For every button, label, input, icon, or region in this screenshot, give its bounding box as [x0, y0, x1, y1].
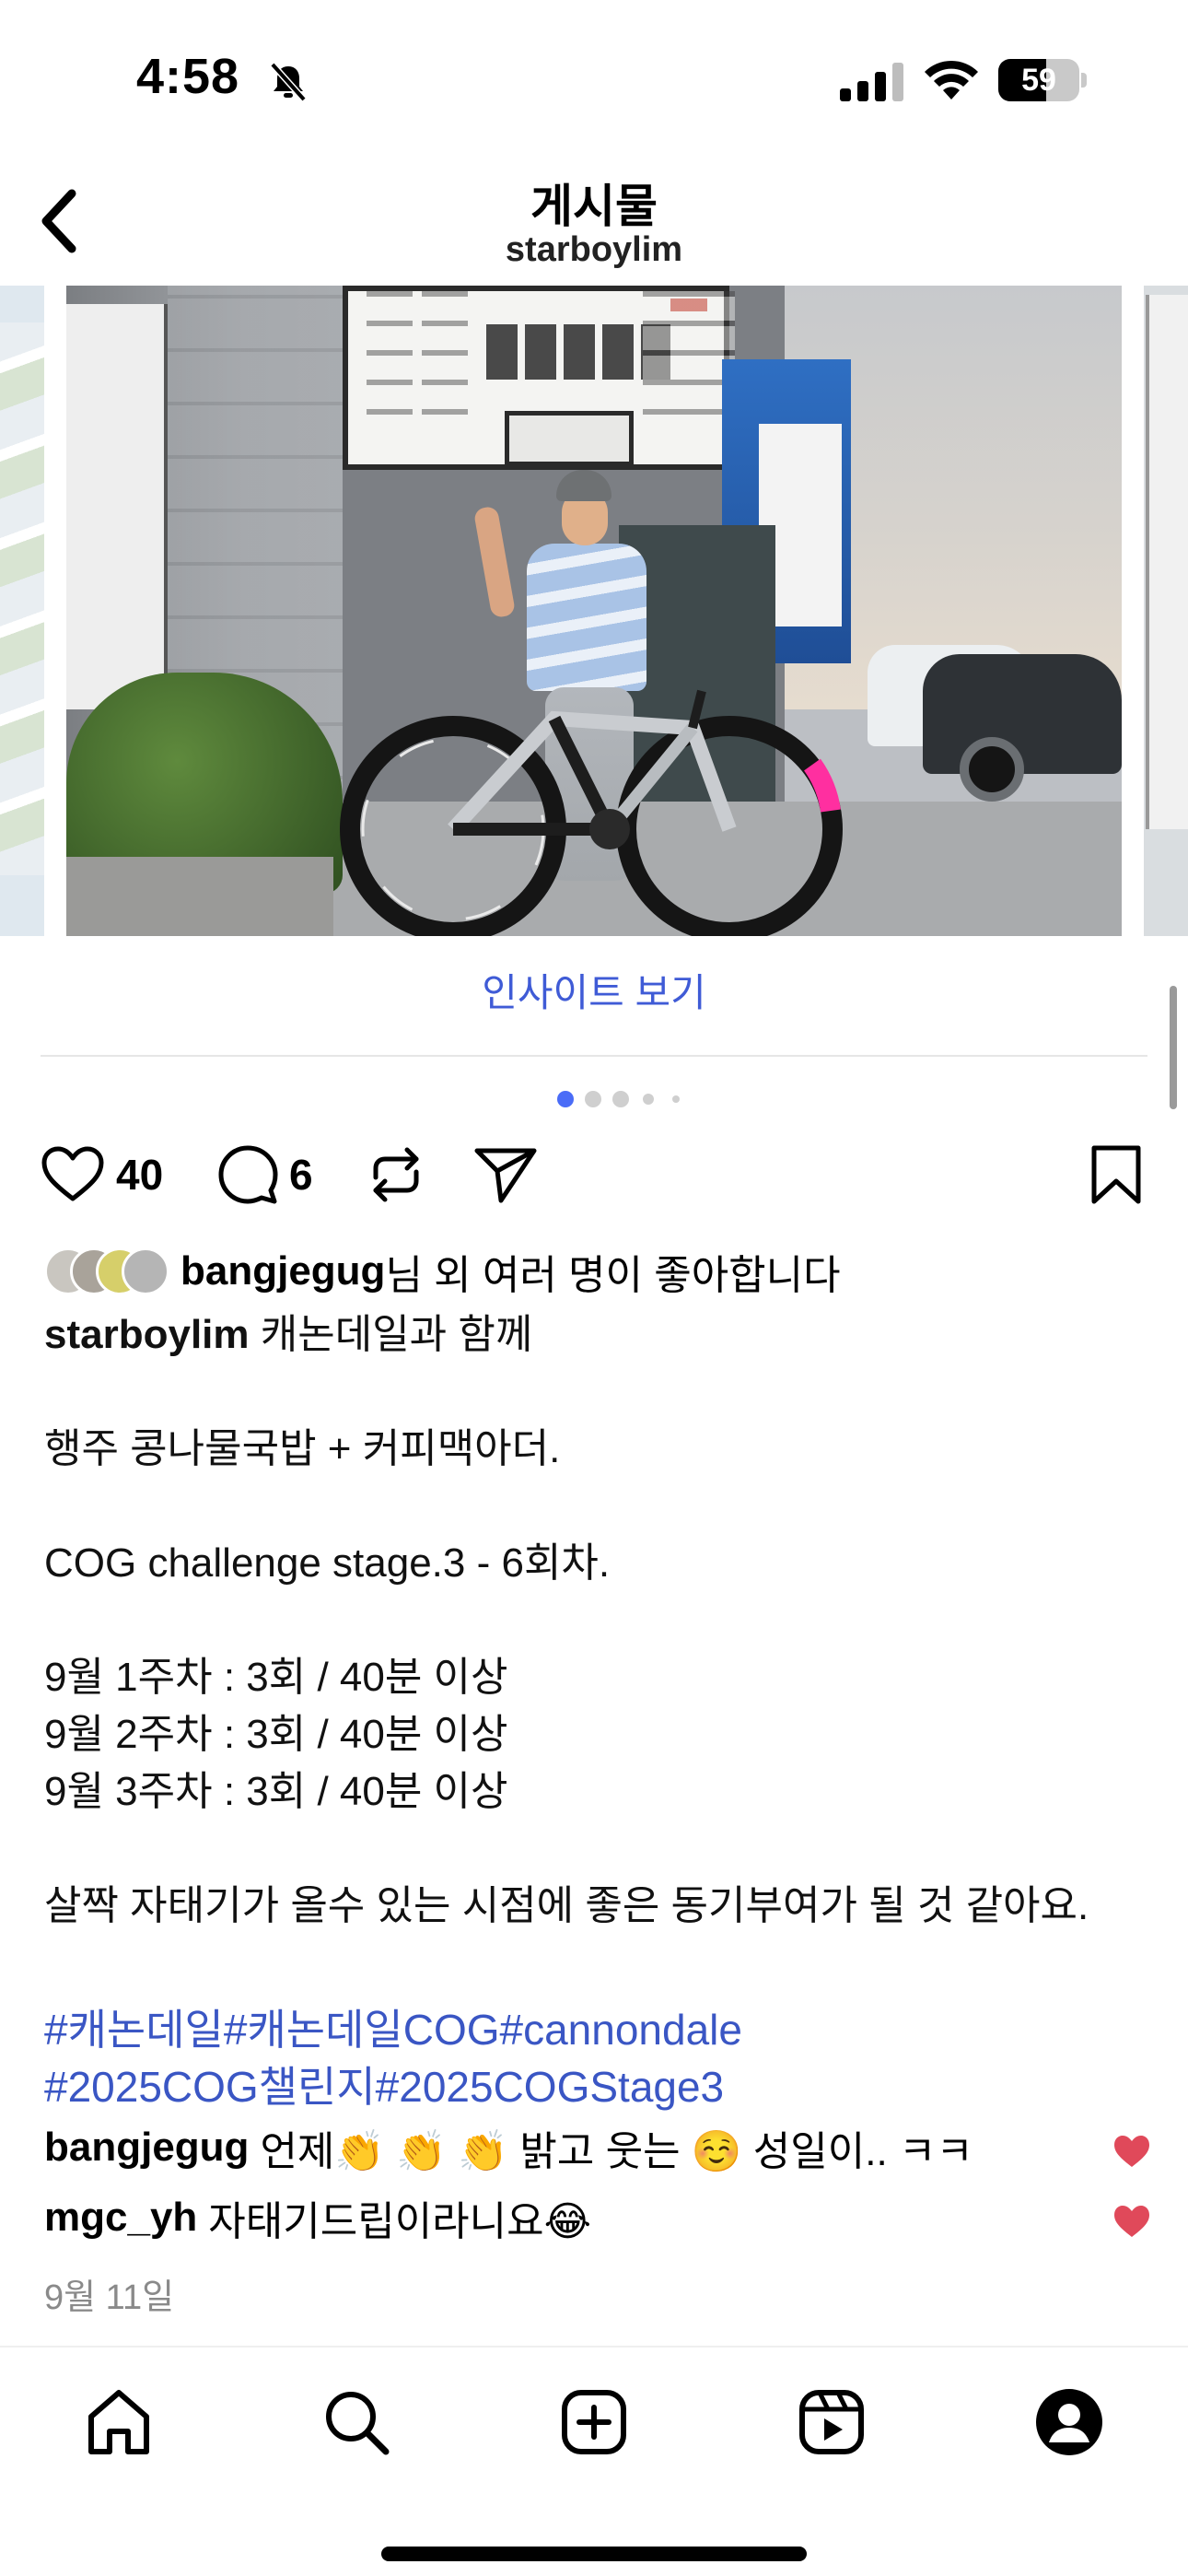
post-header: 게시물 starboylim — [0, 157, 1188, 286]
paper-plane-icon — [474, 1148, 537, 1203]
tab-home[interactable] — [77, 2381, 160, 2464]
post-date: 9월 11일 — [44, 2278, 175, 2317]
create-icon — [562, 2390, 626, 2454]
like-button[interactable]: 40 — [41, 1133, 163, 1216]
caption-line: 행주 콩나물국밥 + 커피맥아더. — [44, 1426, 561, 1471]
tab-profile[interactable] — [1028, 2381, 1111, 2464]
heart-filled-icon[interactable] — [1112, 2204, 1151, 2239]
road-bike — [340, 689, 843, 936]
comment-button[interactable]: 6 — [217, 1133, 313, 1216]
carousel-indicator — [0, 1091, 1188, 1107]
heart-filled-icon[interactable] — [1112, 2134, 1151, 2169]
comment-item[interactable]: mgc_yh 자태기드립이라니요😂 — [44, 2185, 1149, 2250]
view-insights-link[interactable]: 인사이트 보기 — [0, 962, 1188, 1018]
home-icon — [88, 2390, 149, 2454]
reels-icon — [799, 2390, 864, 2454]
action-bar: 40 6 — [0, 1133, 1188, 1216]
header-username[interactable]: starboylim — [0, 230, 1188, 270]
comment-text: 자태기드립이라니요😂 — [208, 2199, 592, 2244]
next-media-peek — [1144, 286, 1188, 936]
liked-by-suffix: 님 외 여러 명이 좋아합니다 — [385, 1253, 841, 1298]
comment-username[interactable]: bangjegug — [44, 2125, 249, 2171]
caption-username[interactable]: starboylim — [44, 1312, 250, 1357]
caption-line: COG challenge stage.3 - 6회차. — [44, 1540, 611, 1586]
bottom-tab-bar — [0, 2346, 1188, 2576]
repost-icon — [373, 1147, 419, 1202]
profile-icon — [1036, 2389, 1102, 2455]
cellular-signal-icon — [840, 63, 903, 101]
post-media-carousel[interactable] — [0, 286, 1188, 936]
carousel-dot — [672, 1095, 680, 1103]
status-bar: 4:58 59 — [0, 0, 1188, 157]
liker-avatars — [44, 1246, 169, 1297]
tab-search[interactable] — [315, 2381, 398, 2464]
save-button[interactable] — [1089, 1133, 1144, 1216]
post-photo[interactable] — [66, 286, 1122, 936]
repost-button[interactable] — [367, 1133, 425, 1216]
tab-create[interactable] — [553, 2381, 635, 2464]
battery-percent: 59 — [1021, 63, 1056, 98]
avatar — [122, 1247, 169, 1295]
hashtag-line[interactable]: #캐논데일#캐논데일COG#cannondale — [44, 2001, 1149, 2058]
caption-first-line: 캐논데일과 함께 — [260, 1312, 533, 1357]
wifi-icon — [925, 60, 978, 100]
carousel-dot — [643, 1094, 654, 1105]
home-indicator — [381, 2547, 807, 2561]
bell-muted-icon — [270, 62, 307, 102]
caption-line: 9월 1주차 : 3회 / 40분 이상 — [44, 1655, 508, 1700]
share-button[interactable] — [473, 1133, 538, 1216]
page-title: 게시물 — [530, 181, 658, 232]
comment-text: 언제👏 👏 👏 밝고 웃는 ☺️ 성일이.. ㅋㅋ — [260, 2129, 973, 2174]
caption-line: 9월 2주차 : 3회 / 40분 이상 — [44, 1712, 508, 1757]
search-icon — [326, 2392, 390, 2455]
bookmark-icon — [1091, 1145, 1141, 1204]
likes-count: 40 — [116, 1151, 164, 1199]
battery-indicator: 59 — [998, 59, 1087, 101]
comments-count: 6 — [289, 1151, 313, 1199]
divider — [41, 1055, 1147, 1057]
carousel-dot — [585, 1091, 601, 1107]
tab-reels[interactable] — [790, 2381, 873, 2464]
comment-username[interactable]: mgc_yh — [44, 2195, 197, 2241]
liked-by-user[interactable]: bangjegug — [181, 1248, 385, 1294]
liked-by[interactable]: bangjegug 님 외 여러 명이 좋아합니다 — [44, 1244, 841, 1299]
dark-suv — [923, 654, 1122, 802]
hashtag-line[interactable]: #2025COG챌린지#2025COGStage3 — [44, 2058, 1149, 2115]
status-time: 4:58 — [136, 49, 240, 104]
caption-line: 9월 3주차 : 3회 / 40분 이상 — [44, 1769, 508, 1814]
carousel-dot — [612, 1091, 629, 1107]
previous-media-peek — [0, 286, 44, 936]
speech-bubble-icon — [218, 1145, 278, 1204]
heart-outline-icon — [41, 1146, 104, 1201]
comment-item[interactable]: bangjegug 언제👏 👏 👏 밝고 웃는 ☺️ 성일이.. ㅋㅋ — [44, 2115, 1149, 2180]
caption-line: 살짝 자태기가 올수 있는 시점에 좋은 동기부여가 될 것 같아요. — [44, 1883, 1089, 1928]
planter — [66, 857, 333, 936]
restaurant-sign — [343, 286, 735, 470]
post-caption: starboylim 캐논데일과 함께 행주 콩나물국밥 + 커피맥아더. COG… — [44, 1306, 1149, 1992]
hashtags: #캐논데일#캐논데일COG#cannondale #2025COG챌린지#202… — [44, 2001, 1149, 2115]
carousel-dot — [557, 1091, 574, 1107]
